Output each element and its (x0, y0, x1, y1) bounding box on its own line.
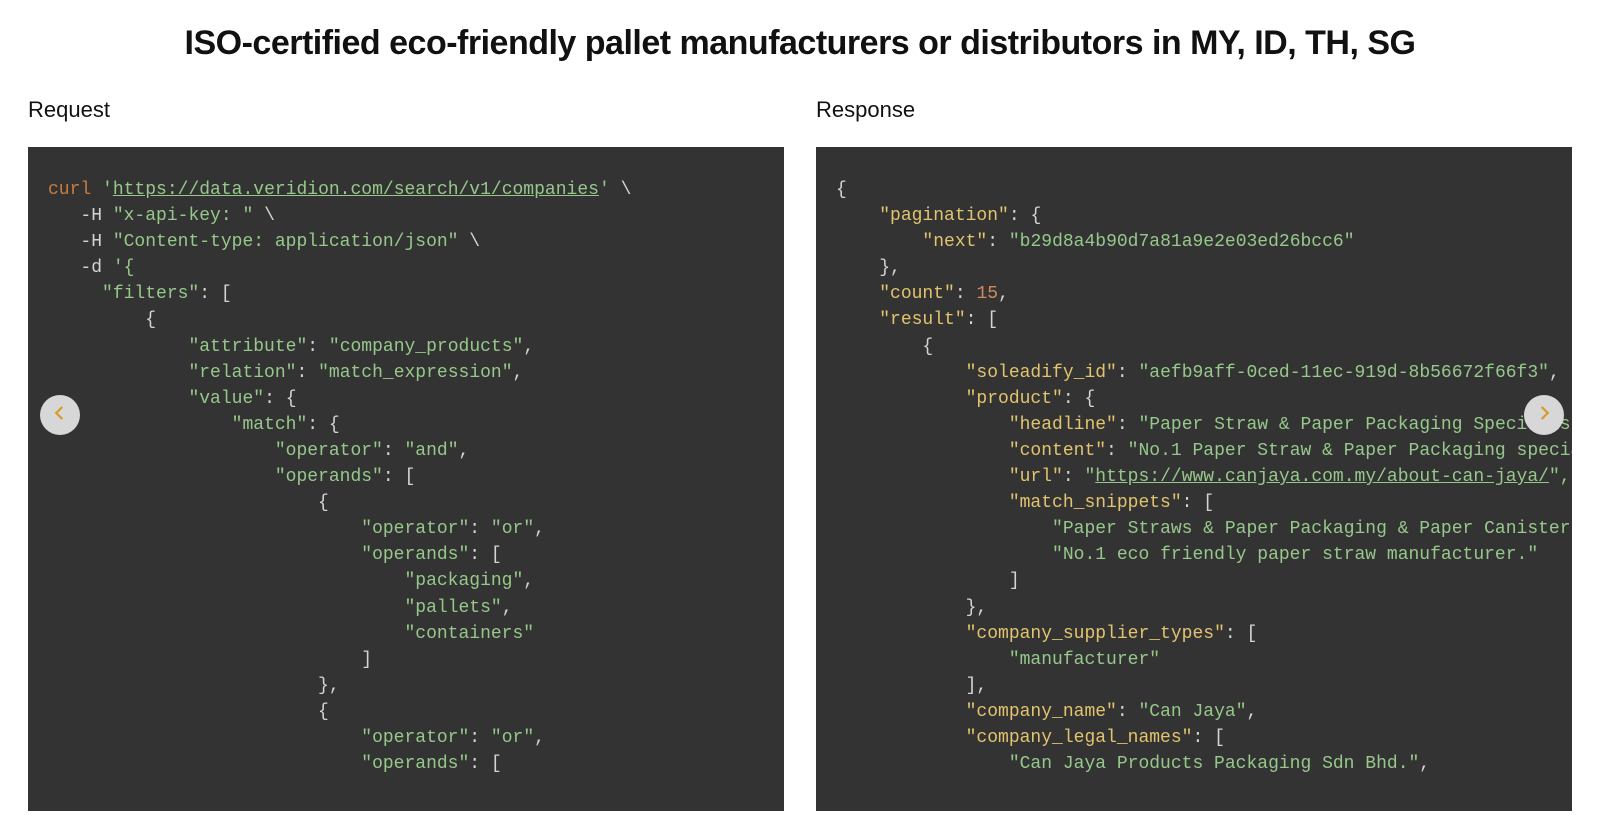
request-column: Request curl 'https://data.veridion.com/… (28, 97, 784, 811)
request-url: https://data.veridion.com/search/v1/comp… (113, 180, 599, 200)
prev-button[interactable] (40, 395, 80, 435)
request-code: curl 'https://data.veridion.com/search/v… (28, 147, 784, 811)
response-url-link: https://www.canjaya.com.my/about-can-jay… (1095, 467, 1549, 487)
next-button[interactable] (1524, 395, 1564, 435)
request-label: Request (28, 97, 784, 123)
response-column: Response { "pagination": { "next": "b29d… (816, 97, 1572, 811)
response-code: { "pagination": { "next": "b29d8a4b90d7a… (816, 147, 1572, 811)
page-title: ISO-certified eco-friendly pallet manufa… (28, 24, 1572, 63)
chevron-right-icon (1535, 404, 1553, 427)
response-label: Response (816, 97, 1572, 123)
curl-cmd: curl (48, 180, 91, 200)
chevron-left-icon (51, 404, 69, 427)
